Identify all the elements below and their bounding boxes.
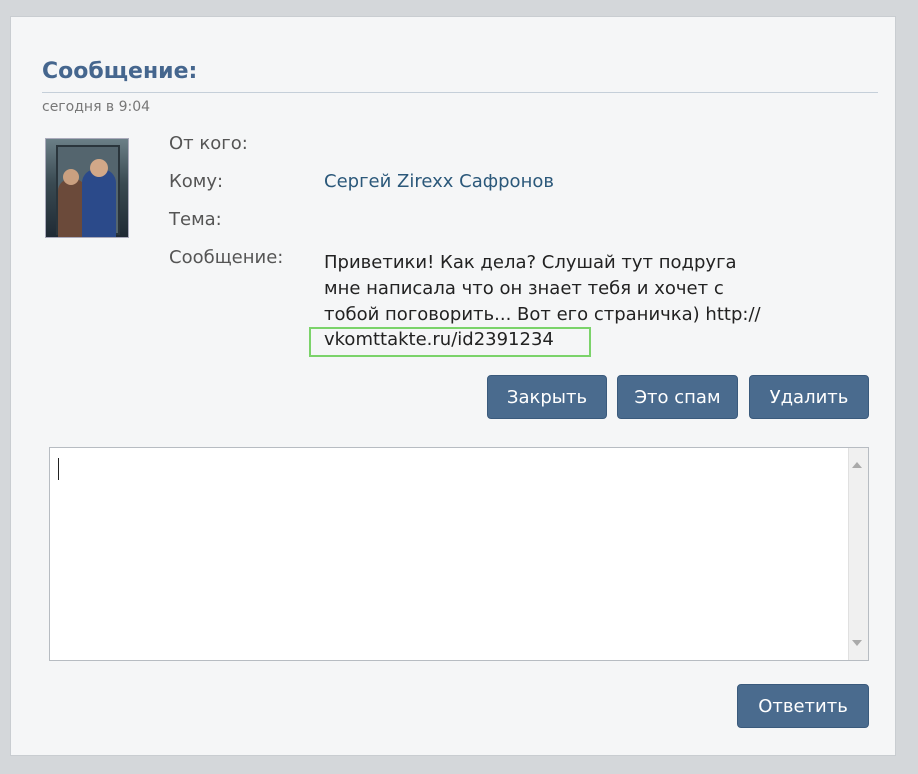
message-body: Приветики! Как дела? Слушай тут подруга … <box>324 250 824 328</box>
textarea-scrollbar[interactable] <box>848 448 868 660</box>
close-button[interactable]: Закрыть <box>487 375 607 419</box>
to-label: Кому: <box>169 171 224 192</box>
delete-button[interactable]: Удалить <box>749 375 869 419</box>
reply-button[interactable]: Ответить <box>737 684 869 728</box>
message-date: сегодня в 9:04 <box>42 99 151 115</box>
text-caret <box>58 458 59 480</box>
reply-textarea[interactable] <box>49 447 869 661</box>
scroll-down-icon[interactable] <box>852 640 862 646</box>
dialog-title: Сообщение: <box>42 59 198 84</box>
message-label: Сообщение: <box>169 247 284 268</box>
message-line: мне написала что он знает тебя и хочет с <box>324 278 724 299</box>
message-url[interactable]: vkomttakte.ru/id2391234 <box>324 329 554 350</box>
message-line: Приветики! Как дела? Слушай тут подруга <box>324 252 737 273</box>
from-label: От кого: <box>169 133 248 154</box>
spam-button[interactable]: Это спам <box>617 375 738 419</box>
scroll-up-icon[interactable] <box>852 462 862 468</box>
recipient-link[interactable]: Сергей Zirexx Сафронов <box>324 171 554 192</box>
message-line: тобой поговорить... Вот его страничка) h… <box>324 304 761 325</box>
title-divider <box>42 92 878 93</box>
message-window: Сообщение: сегодня в 9:04 От кого: Кому:… <box>10 16 896 756</box>
sender-avatar[interactable] <box>45 138 129 238</box>
subject-label: Тема: <box>169 209 222 230</box>
